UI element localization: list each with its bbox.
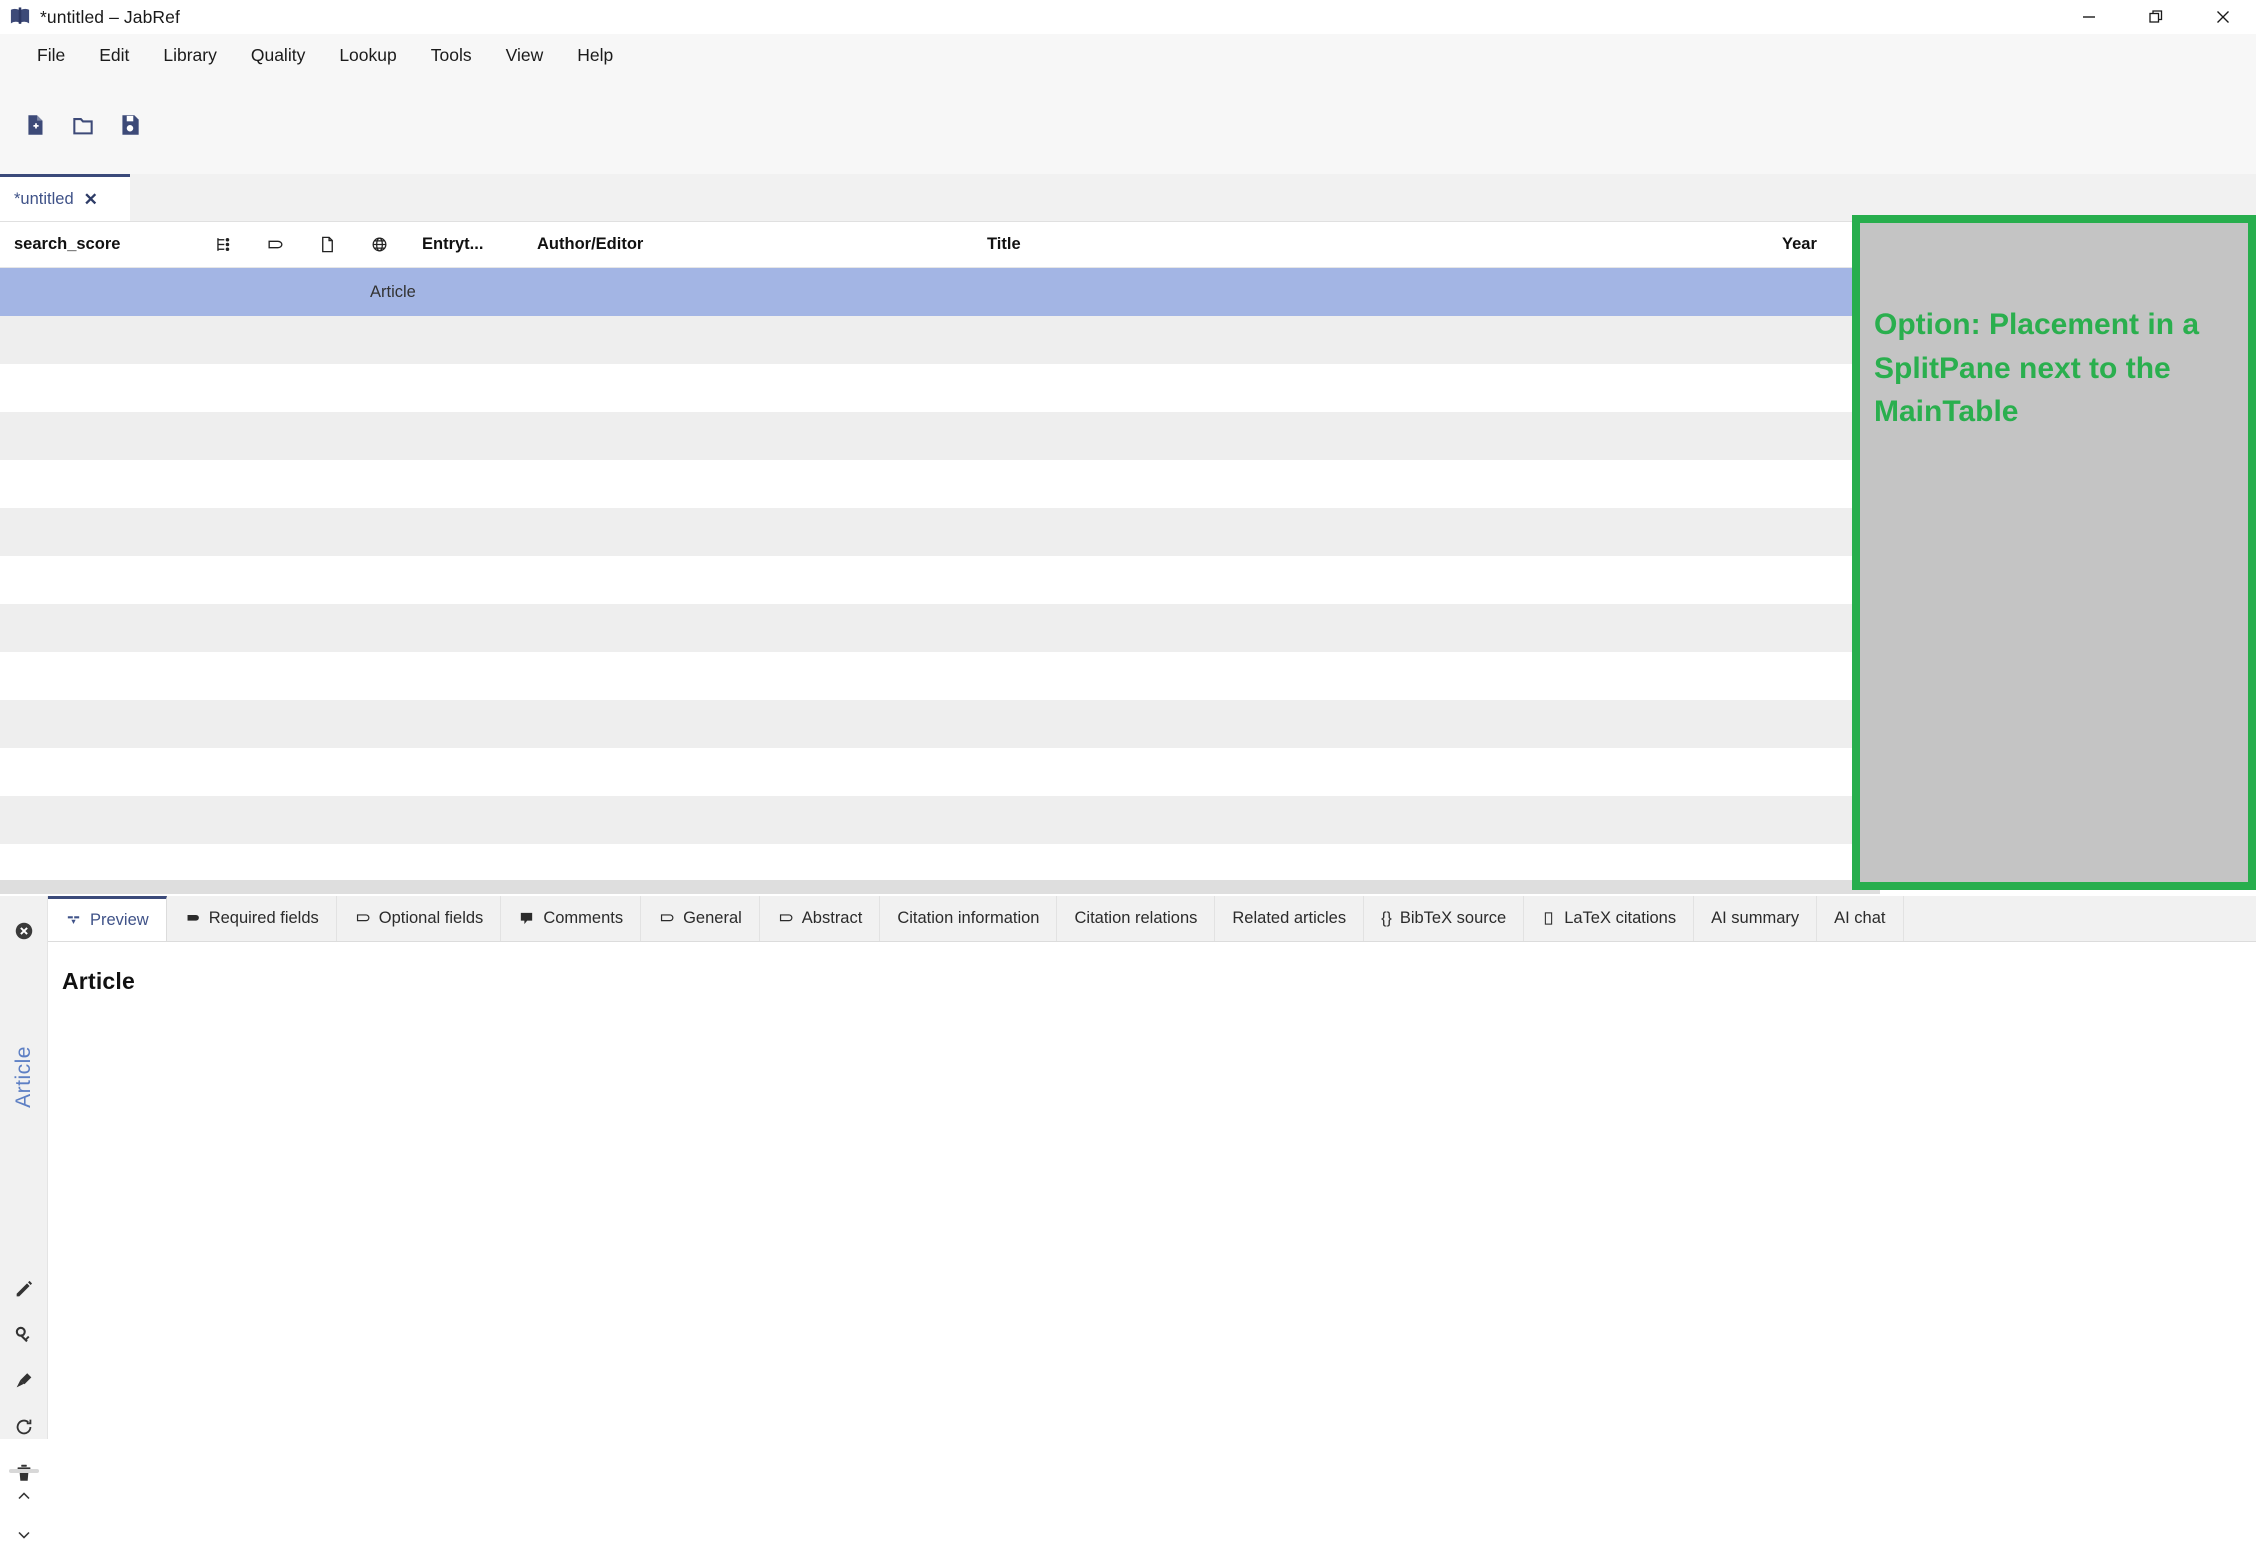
preview-icon	[67, 915, 80, 924]
tab-ai-chat[interactable]: AI chat	[1817, 896, 1904, 941]
braces-icon: {}	[1381, 909, 1392, 927]
cleanup-button[interactable]	[11, 1368, 37, 1394]
general-icon	[661, 914, 674, 922]
tab-latex-citations[interactable]: LaTeX citations	[1524, 896, 1695, 941]
globe-icon	[372, 237, 387, 252]
column-header-file[interactable]	[304, 222, 356, 267]
tab-ai-summary[interactable]: AI summary	[1694, 896, 1818, 941]
tab-bibtex-source[interactable]: {} BibTeX source	[1364, 896, 1525, 941]
entry-editor: Article Preview Required fields Optional…	[0, 896, 2256, 1539]
entry-navigation	[0, 1486, 48, 1550]
menu-library[interactable]: Library	[146, 40, 234, 71]
tab-abstract-label: Abstract	[801, 909, 863, 927]
tab-general[interactable]: General	[641, 896, 760, 941]
tab-bibtex-source-label: BibTeX source	[1399, 909, 1507, 927]
preview-entry-title: Article	[62, 968, 135, 994]
new-library-button[interactable]	[14, 103, 58, 147]
tag-icon	[268, 240, 283, 249]
column-header-author-editor[interactable]: Author/Editor	[523, 222, 973, 267]
required-fields-icon	[187, 914, 199, 921]
sidebar-divider	[9, 1469, 39, 1473]
column-header-search-score[interactable]: search_score	[0, 222, 200, 267]
menu-edit[interactable]: Edit	[82, 40, 146, 71]
tab-citation-information-label: Citation information	[897, 909, 1040, 927]
latex-icon	[1545, 912, 1553, 925]
column-header-url[interactable]	[356, 222, 408, 267]
preview-panel: Article	[48, 942, 2256, 1439]
window-title: *untitled – JabRef	[40, 6, 180, 27]
entry-editor-actions	[0, 1276, 48, 1486]
library-tab-label: *untitled	[14, 189, 74, 208]
tab-ai-summary-label: AI summary	[1711, 909, 1800, 927]
restore-button[interactable]	[2122, 0, 2189, 34]
entry-editor-tabs: Preview Required fields Optional fields …	[48, 896, 2256, 942]
entry-editor-sidebar: Article	[0, 896, 48, 1539]
entry-type-label: Article	[11, 1046, 35, 1108]
menu-bar: File Edit Library Quality Lookup Tools V…	[0, 34, 2256, 76]
tab-optional-fields-label: Optional fields	[378, 909, 484, 927]
comment-icon	[521, 912, 533, 925]
close-editor-icon[interactable]	[13, 920, 35, 947]
toolbar-left-group	[14, 103, 152, 147]
library-tab-close-icon[interactable]: ✕	[84, 191, 98, 208]
tab-related-articles[interactable]: Related articles	[1215, 896, 1365, 941]
tab-related-articles-label: Related articles	[1232, 909, 1347, 927]
menu-lookup[interactable]: Lookup	[322, 40, 413, 71]
tab-comments-label: Comments	[543, 909, 624, 927]
previous-entry-button[interactable]	[14, 1486, 34, 1511]
main-toolbar	[0, 76, 2256, 226]
tab-preview[interactable]: Preview	[48, 896, 167, 941]
tab-citation-relations-label: Citation relations	[1074, 909, 1198, 927]
refresh-button[interactable]	[11, 1414, 37, 1440]
tab-abstract[interactable]: Abstract	[759, 896, 881, 941]
delete-button[interactable]	[11, 1460, 37, 1486]
generate-key-button[interactable]	[11, 1322, 37, 1348]
tab-citation-information[interactable]: Citation information	[880, 896, 1058, 941]
file-icon	[322, 236, 333, 253]
close-button[interactable]	[2189, 0, 2256, 34]
tab-comments[interactable]: Comments	[501, 896, 642, 941]
minimize-button[interactable]	[2055, 0, 2122, 34]
cell-entrytype: Article	[370, 282, 416, 301]
tab-optional-fields[interactable]: Optional fields	[336, 896, 502, 941]
tab-general-label: General	[683, 909, 742, 927]
column-header-groups[interactable]	[200, 222, 252, 267]
open-library-button[interactable]	[61, 103, 105, 147]
annotation-overlay: Option: Placement in a SplitPane next to…	[1852, 215, 2256, 890]
menu-tools[interactable]: Tools	[414, 40, 489, 71]
annotation-text: Option: Placement in a SplitPane next to…	[1874, 308, 2200, 428]
tab-required-fields[interactable]: Required fields	[166, 896, 337, 941]
column-header-tag[interactable]	[252, 222, 304, 267]
tab-citation-relations[interactable]: Citation relations	[1057, 896, 1216, 941]
menu-view[interactable]: View	[489, 40, 561, 71]
next-entry-button[interactable]	[14, 1525, 34, 1550]
tab-ai-chat-label: AI chat	[1834, 909, 1886, 927]
tab-required-fields-label: Required fields	[208, 909, 319, 927]
menu-file[interactable]: File	[20, 40, 82, 71]
column-header-year[interactable]: Year	[1768, 222, 1858, 267]
tab-preview-label: Preview	[90, 910, 149, 929]
abstract-icon	[779, 914, 793, 922]
edit-entry-button[interactable]	[11, 1276, 37, 1302]
jabref-logo-icon	[10, 7, 30, 24]
column-header-title[interactable]: Title	[973, 222, 1768, 267]
menu-help[interactable]: Help	[560, 40, 630, 71]
column-header-entrytype[interactable]: Entryt...	[408, 222, 523, 267]
tab-latex-citations-label: LaTeX citations	[1564, 909, 1677, 927]
optional-fields-icon	[356, 914, 370, 922]
title-bar: *untitled – JabRef	[0, 0, 2256, 34]
groups-icon	[217, 237, 230, 252]
window-controls	[2055, 0, 2256, 34]
library-tab-untitled[interactable]: *untitled ✕	[0, 174, 130, 221]
scrollbar-thumb[interactable]	[0, 880, 1880, 894]
save-library-button[interactable]	[108, 103, 152, 147]
menu-quality[interactable]: Quality	[234, 40, 322, 71]
